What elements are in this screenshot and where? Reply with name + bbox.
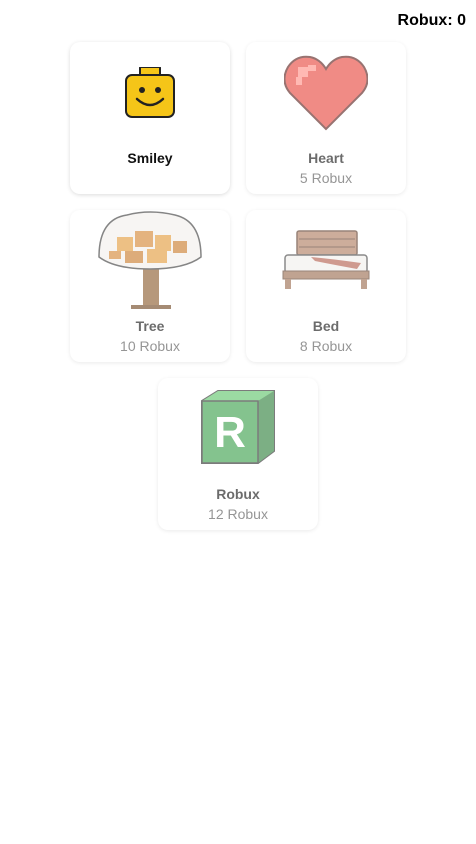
- item-name: Heart: [308, 150, 344, 166]
- item-name: Bed: [312, 318, 340, 334]
- item-price: 12 Robux: [208, 506, 268, 522]
- item-name: Robux: [216, 486, 260, 502]
- shop-item-robux[interactable]: R Robux 12 Robux: [158, 378, 318, 530]
- item-price: 5 Robux: [299, 170, 353, 186]
- shop-item-bed[interactable]: Bed 8 Robux: [246, 210, 406, 362]
- item-price: 10 Robux: [120, 338, 180, 354]
- shop-item-smiley[interactable]: Smiley: [70, 42, 230, 194]
- bed-icon: [246, 210, 406, 312]
- item-name: Smiley: [127, 150, 173, 166]
- shop-item-heart[interactable]: Heart 5 Robux: [246, 42, 406, 194]
- smiley-icon: [70, 42, 230, 144]
- svg-text:R: R: [214, 408, 246, 457]
- item-price: 8 Robux: [299, 338, 353, 354]
- robux-balance: Robux: 0: [397, 12, 466, 29]
- heart-icon: [246, 42, 406, 144]
- shop-item-tree[interactable]: Tree 10 Robux: [70, 210, 230, 362]
- item-name: Tree: [135, 318, 165, 334]
- tree-icon: [70, 210, 230, 312]
- robux-cube-icon: R: [158, 378, 318, 480]
